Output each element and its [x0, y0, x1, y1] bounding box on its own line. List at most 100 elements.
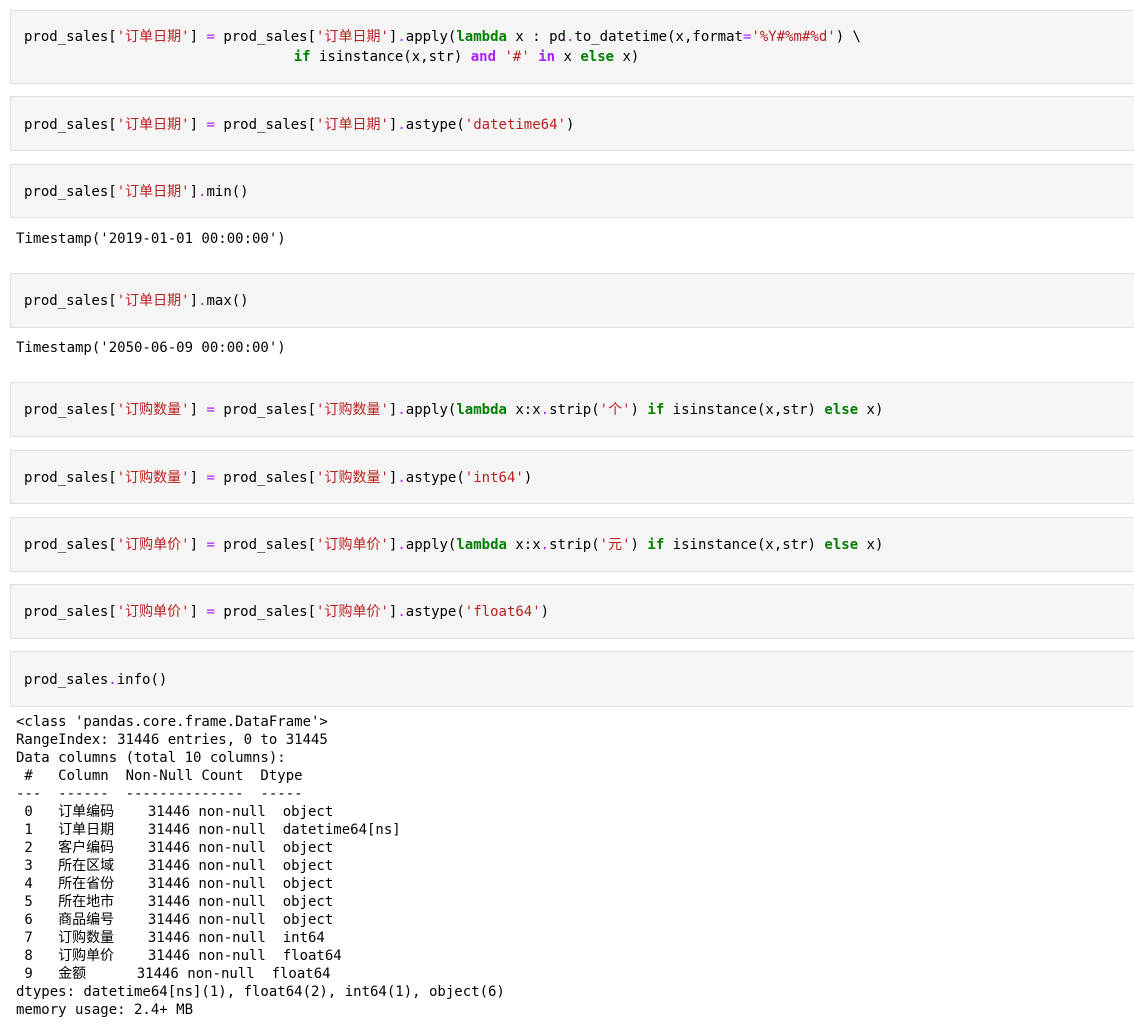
code-line: prod_sales['订购数量'] = prod_sales['订购数量'].… [24, 468, 532, 488]
output-line: --- ------ -------------- ----- [16, 786, 303, 802]
code-token: ] [189, 470, 207, 486]
code-token: x : pd [506, 29, 566, 45]
code-token: strip( [549, 402, 600, 418]
code-token: '订购数量' [316, 402, 389, 418]
code-input[interactable]: prod_sales['订购数量'] = prod_sales['订购数量'].… [24, 400, 883, 420]
output-line: 5 所在地市 31446 non-null object [16, 894, 334, 910]
code-token: '订单日期' [316, 117, 389, 133]
code-input[interactable]: prod_sales.info() [24, 670, 167, 690]
code-token: isinstance(x,str) [664, 402, 825, 418]
code-token: ] [189, 29, 207, 45]
code-token: 'int64' [464, 470, 524, 486]
code-token: lambda [456, 29, 507, 45]
code-token: '订购单价' [116, 604, 190, 620]
code-token: [ [108, 184, 117, 200]
code-token: prod_sales [24, 604, 109, 620]
code-input[interactable]: prod_sales['订单日期'].max() [24, 291, 249, 311]
code-token: max() [206, 293, 249, 309]
code-token: lambda [456, 402, 507, 418]
code-cell[interactable]: prod_sales['订购单价'] = prod_sales['订购单价'].… [10, 517, 1134, 572]
code-token: ] [189, 117, 207, 133]
code-token: . [540, 537, 550, 553]
code-cell[interactable]: prod_sales['订购数量'] = prod_sales['订购数量'].… [10, 450, 1134, 504]
code-token: '%Y#%m#%d' [751, 29, 836, 45]
code-token: '订购单价' [116, 537, 190, 553]
code-token: ) [540, 604, 550, 620]
code-token: [ [307, 470, 317, 486]
code-cell[interactable]: prod_sales.info() [10, 651, 1134, 707]
code-token: 'float64' [464, 604, 541, 620]
code-token: in [538, 49, 556, 65]
code-token: if [293, 49, 311, 65]
code-token: ] [189, 293, 199, 309]
code-token: prod_sales [214, 29, 308, 45]
code-cell[interactable]: prod_sales['订单日期'] = prod_sales['订单日期'].… [10, 96, 1134, 151]
code-token: '订单日期' [116, 29, 190, 45]
code-token: lambda [456, 537, 507, 553]
output-line: 2 客户编码 31446 non-null object [16, 840, 334, 856]
code-input[interactable]: prod_sales['订购单价'] = prod_sales['订购单价'].… [24, 602, 549, 622]
code-token: isinstance(x,str) [310, 49, 471, 65]
code-token: prod_sales [24, 537, 109, 553]
code-token: if [647, 402, 665, 418]
code-line: if isinstance(x,str) and '#' in x else x… [24, 47, 861, 67]
output-line: 0 订单编码 31446 non-null object [16, 804, 334, 820]
code-input[interactable]: prod_sales['订单日期'] = prod_sales['订单日期'].… [24, 27, 861, 67]
code-token: info() [116, 672, 168, 688]
code-token: x) [858, 402, 884, 418]
code-token: strip( [549, 537, 600, 553]
code-token: prod_sales [24, 672, 109, 688]
code-line: prod_sales.info() [24, 670, 167, 690]
code-token: [ [108, 29, 117, 45]
code-token: prod_sales [214, 470, 308, 486]
code-token: [ [108, 537, 117, 553]
code-cell[interactable]: prod_sales['订单日期'].max() [10, 273, 1134, 328]
code-token: prod_sales [214, 117, 308, 133]
code-token: apply( [405, 29, 457, 45]
output-line: dtypes: datetime64[ns](1), float64(2), i… [16, 984, 505, 1000]
code-token: '订购单价' [316, 537, 389, 553]
code-token: prod_sales [24, 402, 109, 418]
code-input[interactable]: prod_sales['订购单价'] = prod_sales['订购单价'].… [24, 535, 883, 555]
code-token: ) [630, 402, 648, 418]
info-output: <class 'pandas.core.frame.DataFrame'> Ran… [16, 713, 505, 1019]
code-token: prod_sales [214, 402, 308, 418]
code-token: = [206, 470, 215, 486]
code-token: prod_sales [24, 184, 109, 200]
code-token: prod_sales [214, 537, 308, 553]
code-line: prod_sales['订购单价'] = prod_sales['订购单价'].… [24, 535, 883, 555]
code-token: '订购数量' [316, 470, 389, 486]
code-token: apply( [405, 402, 457, 418]
code-input[interactable]: prod_sales['订单日期'] = prod_sales['订单日期'].… [24, 115, 574, 135]
code-token: . [397, 537, 406, 553]
output-line: RangeIndex: 31446 entries, 0 to 31445 [16, 732, 328, 748]
code-token: prod_sales [24, 29, 109, 45]
code-token: ] [189, 184, 199, 200]
code-token: prod_sales [214, 604, 308, 620]
code-token: [ [307, 537, 317, 553]
output-line: Data columns (total 10 columns): [16, 750, 286, 766]
code-token: . [397, 604, 406, 620]
code-token: if [647, 537, 665, 553]
code-token: astype( [405, 470, 465, 486]
code-token: prod_sales [24, 117, 109, 133]
code-token: ] [189, 537, 207, 553]
code-token: ] [189, 604, 207, 620]
code-token: else [580, 49, 615, 65]
code-token: ) [630, 537, 648, 553]
code-cell[interactable]: prod_sales['订购单价'] = prod_sales['订购单价'].… [10, 584, 1134, 639]
code-token: [ [108, 470, 117, 486]
code-cell[interactable]: prod_sales['订购数量'] = prod_sales['订购数量'].… [10, 382, 1134, 437]
output-line: 7 订购数量 31446 non-null int64 [16, 930, 325, 946]
code-line: prod_sales['订单日期'] = prod_sales['订单日期'].… [24, 115, 574, 135]
code-token: x) [858, 537, 884, 553]
code-token: ] [189, 402, 207, 418]
code-cell[interactable]: prod_sales['订单日期'].min() [10, 164, 1134, 218]
code-token: '订单日期' [116, 293, 190, 309]
code-token: apply( [405, 537, 457, 553]
code-cell[interactable]: prod_sales['订单日期'] = prod_sales['订单日期'].… [10, 10, 1134, 84]
code-input[interactable]: prod_sales['订购数量'] = prod_sales['订购数量'].… [24, 468, 532, 488]
code-token: prod_sales [24, 470, 109, 486]
code-token: [ [108, 402, 117, 418]
code-input[interactable]: prod_sales['订单日期'].min() [24, 182, 249, 202]
